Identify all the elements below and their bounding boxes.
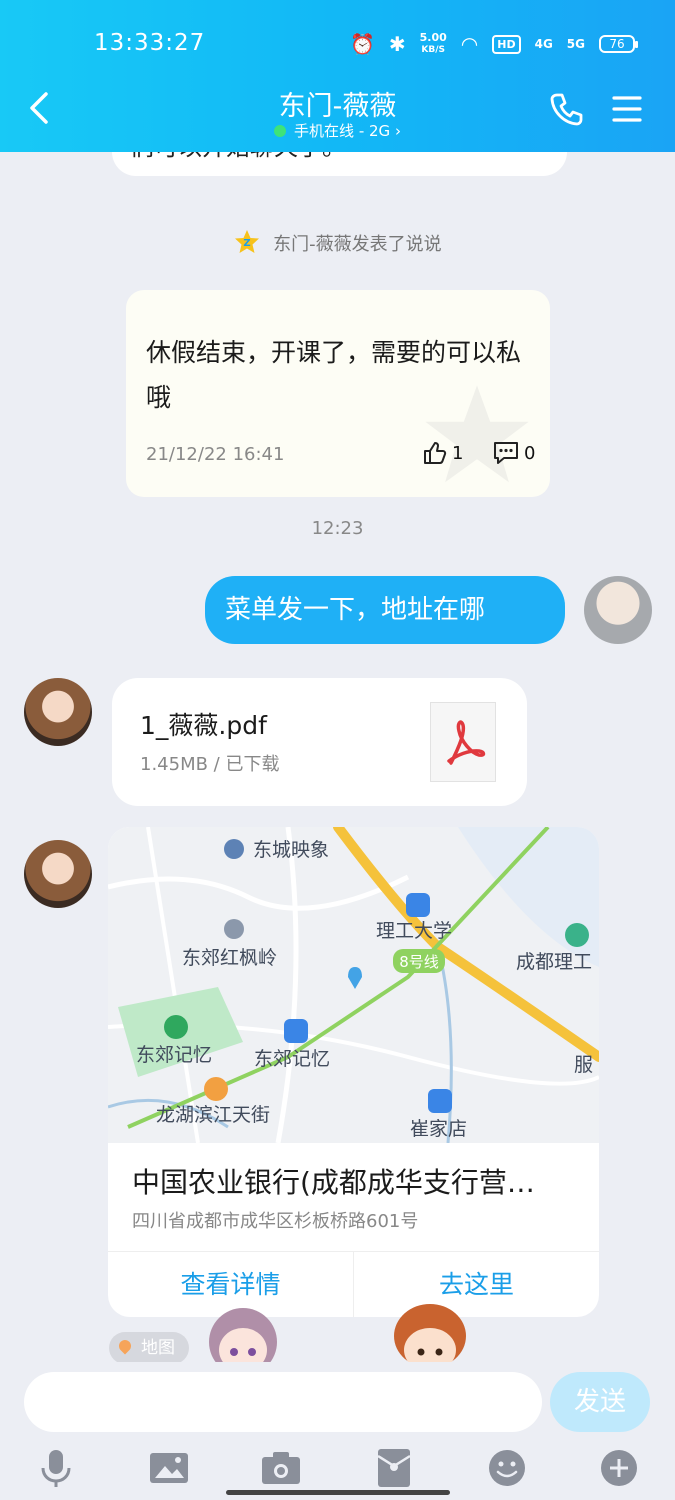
emoji-icon[interactable] xyxy=(485,1446,529,1490)
message-input[interactable] xyxy=(24,1372,542,1432)
wifi-icon: ◠ xyxy=(460,32,479,56)
map-label: 东郊记忆 xyxy=(254,1048,330,1070)
map-label: 成都理工 xyxy=(516,951,592,973)
battery-icon: 76 xyxy=(599,35,638,53)
comment-button[interactable]: 0 xyxy=(492,440,535,466)
contact-avatar[interactable] xyxy=(24,678,92,746)
file-message[interactable]: 1_薇薇.pdf 1.45MB / 已下载 xyxy=(112,678,527,806)
girl-sticker-icon xyxy=(209,1308,277,1370)
input-area: 发送 xyxy=(0,1362,675,1500)
chat-area[interactable]: 们可以开始聊天了。 Z 东门-薇薇发表了说说 休假结束，开课了，需要的可以私哦 … xyxy=(0,0,675,1500)
signal-5g-icon: 5G xyxy=(566,37,585,51)
system-notice-text: 东门-薇薇发表了说说 xyxy=(273,234,442,255)
image-icon[interactable] xyxy=(147,1446,191,1490)
system-notice[interactable]: Z 东门-薇薇发表了说说 xyxy=(0,228,675,256)
contact-avatar[interactable] xyxy=(24,840,92,908)
map-label: 东郊红枫岭 xyxy=(182,947,277,969)
comment-icon xyxy=(494,442,518,464)
status-time: 13:33:27 xyxy=(94,30,206,56)
online-dot-icon xyxy=(274,125,287,137)
map-label: 崔家店 xyxy=(410,1118,467,1140)
map-preview[interactable]: 东城映象 理工大学 东郊红枫岭 8号线 成都理工 东郊记忆 东郊记忆 龙湖滨江天… xyxy=(108,827,599,1144)
time-separator: 12:23 xyxy=(311,518,364,539)
like-count: 1 xyxy=(452,442,464,464)
map-tag[interactable]: 地图 xyxy=(109,1332,189,1364)
location-address: 四川省成都市成华区杉板桥路601号 xyxy=(132,1211,419,1232)
bluetooth-icon: ✱ xyxy=(388,32,406,56)
input-toolbar xyxy=(0,1442,675,1492)
file-name: 1_薇薇.pdf xyxy=(140,711,267,740)
post-text: 休假结束，开课了，需要的可以私哦 xyxy=(146,338,522,412)
plus-icon[interactable] xyxy=(597,1446,641,1490)
outgoing-message[interactable]: 菜单发一下，地址在哪 xyxy=(205,576,565,644)
svg-text:Z: Z xyxy=(244,238,251,249)
location-actions: 查看详情 去这里 xyxy=(108,1251,599,1317)
map-label: 8号线 xyxy=(399,953,439,971)
like-button[interactable]: 1 xyxy=(422,440,463,466)
map-tag-label: 地图 xyxy=(141,1338,175,1358)
map-label: 服 xyxy=(574,1054,593,1076)
alarm-icon: ⏰ xyxy=(349,32,375,56)
status-icons: ⏰ ✱ 5.00 KB/S ◠ HD 4G 5G 76 xyxy=(349,31,638,56)
post-card[interactable]: 休假结束，开课了，需要的可以私哦 21/12/22 16:41 1 0 xyxy=(126,290,550,497)
post-date: 21/12/22 16:41 xyxy=(146,444,285,465)
location-name: 中国农业银行(成都成华支行营… xyxy=(132,1166,535,1199)
pdf-icon xyxy=(430,702,496,782)
red-packet-icon[interactable] xyxy=(372,1446,416,1490)
map-label: 理工大学 xyxy=(376,920,452,942)
map-label: 龙湖滨江天街 xyxy=(156,1104,270,1126)
location-card[interactable]: 东城映象 理工大学 东郊红枫岭 8号线 成都理工 东郊记忆 东郊记忆 龙湖滨江天… xyxy=(108,827,599,1317)
map-label: 东城映象 xyxy=(253,839,329,861)
chevron-right-icon: › xyxy=(394,122,401,140)
voice-icon[interactable] xyxy=(34,1446,78,1490)
comment-count: 0 xyxy=(524,442,536,464)
phone-icon[interactable] xyxy=(550,92,584,126)
thumbs-up-icon xyxy=(424,442,447,464)
map-label: 东郊记忆 xyxy=(136,1044,212,1066)
status-bar: 13:33:27 ⏰ ✱ 5.00 KB/S ◠ HD 4G 5G 76 xyxy=(0,28,675,62)
boy-sticker-icon xyxy=(394,1304,466,1370)
home-indicator xyxy=(226,1490,450,1495)
qzone-star-icon: Z xyxy=(235,230,260,253)
my-avatar[interactable] xyxy=(584,576,652,644)
network-speed: 5.00 KB/S xyxy=(419,31,447,55)
menu-icon[interactable] xyxy=(612,94,642,124)
chat-header: 13:33:27 ⏰ ✱ 5.00 KB/S ◠ HD 4G 5G 76 东门-薇… xyxy=(0,0,675,152)
location-pin-icon xyxy=(116,1337,134,1355)
signal-4g-icon: 4G xyxy=(534,37,553,51)
send-button[interactable]: 发送 xyxy=(550,1372,650,1432)
file-meta: 1.45MB / 已下载 xyxy=(140,754,280,775)
camera-icon[interactable] xyxy=(259,1446,303,1490)
hd-icon: HD xyxy=(492,34,521,54)
